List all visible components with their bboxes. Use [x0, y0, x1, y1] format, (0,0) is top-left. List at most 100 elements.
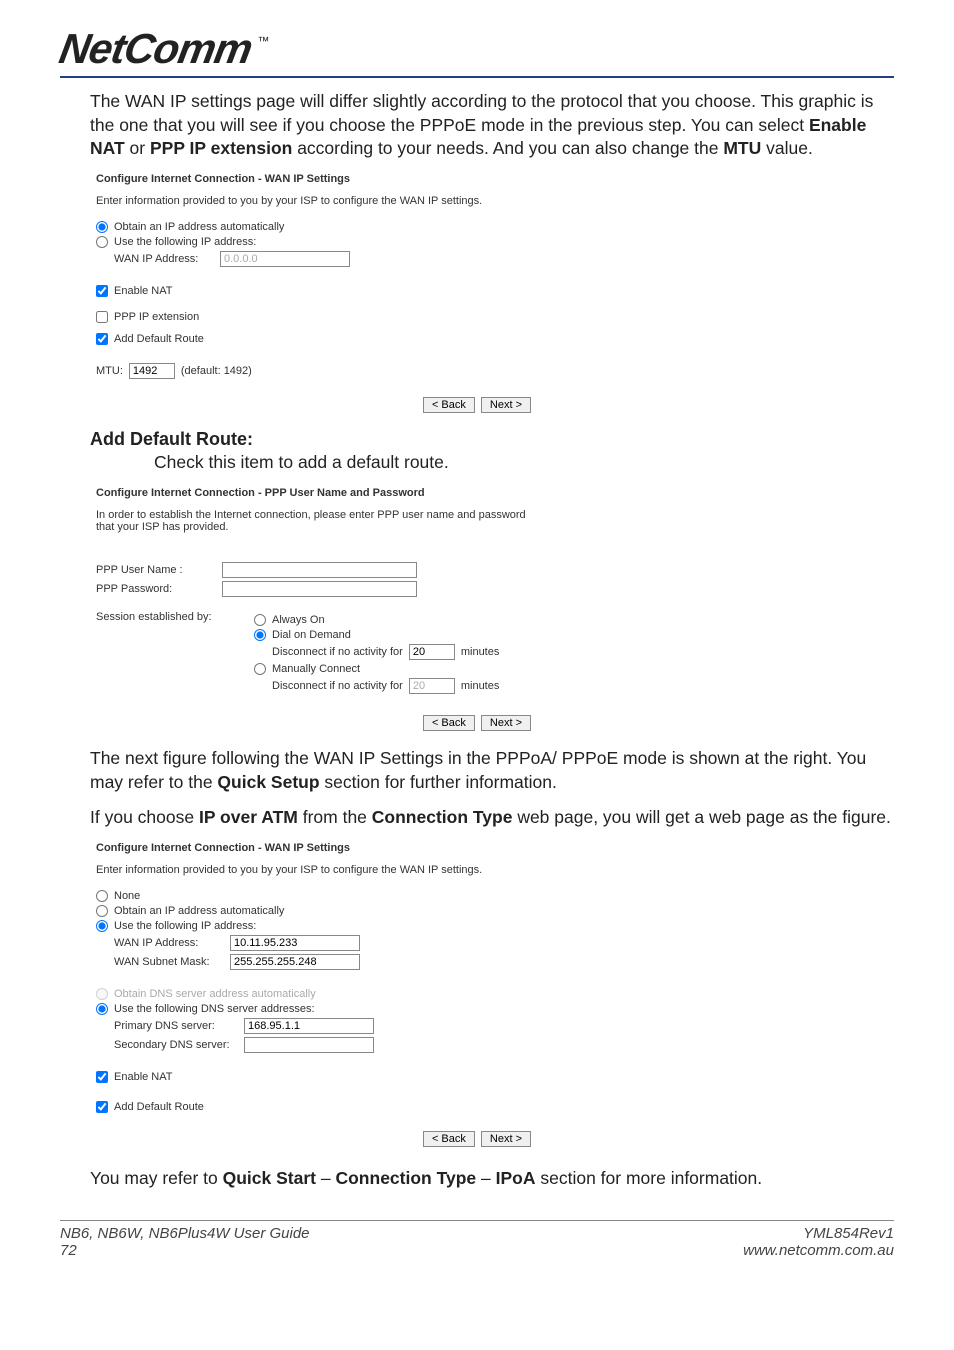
none-label: None: [114, 890, 140, 902]
wan-ip-settings-panel: Configure Internet Connection - WAN IP S…: [96, 173, 536, 413]
disconnect-if-label: Disconnect if no activity for: [272, 680, 403, 692]
add-default-route-sub: Check this item to add a default route.: [154, 452, 894, 473]
text-bold: Connection Type: [335, 1168, 476, 1188]
panel-title: Configure Internet Connection - PPP User…: [96, 487, 536, 499]
primary-dns-label: Primary DNS server:: [114, 1020, 238, 1032]
text: section for more information.: [540, 1168, 762, 1188]
enable-nat-label: Enable NAT: [114, 1071, 173, 1083]
text-bold: Quick Start: [223, 1168, 316, 1188]
wan-mask-label: WAN Subnet Mask:: [114, 956, 224, 968]
ipoa-wan-ip-panel: Configure Internet Connection - WAN IP S…: [96, 842, 536, 1147]
obtain-ip-auto-label: Obtain an IP address automatically: [114, 221, 284, 233]
text: value.: [766, 138, 813, 158]
panel-desc: In order to establish the Internet conne…: [96, 509, 536, 533]
always-on-radio[interactable]: [254, 614, 266, 626]
text-bold: MTU: [723, 138, 761, 158]
ppp-credentials-panel: Configure Internet Connection - PPP User…: [96, 487, 536, 731]
next-button[interactable]: Next >: [481, 397, 531, 413]
add-default-route-heading: Add Default Route:: [90, 429, 894, 450]
text: from the: [303, 807, 372, 827]
use-static-ip-label: Use the following IP address:: [114, 236, 256, 248]
text: The WAN IP settings page will differ sli…: [90, 91, 873, 135]
footer-page-number: 72: [60, 1242, 310, 1259]
wan-ip-label: WAN IP Address:: [114, 253, 214, 265]
text: section for further information.: [324, 772, 556, 792]
disconnect-timeout-input-2: [409, 678, 455, 694]
use-static-ip-label: Use the following IP address:: [114, 920, 256, 932]
footer-url: www.netcomm.com.au: [743, 1242, 894, 1259]
wan-ip-input[interactable]: [230, 935, 360, 951]
enable-nat-checkbox[interactable]: [96, 1071, 108, 1083]
page-footer: NB6, NB6W, NB6Plus4W User Guide 72 YML85…: [60, 1220, 894, 1259]
text-bold: IPoA: [496, 1168, 536, 1188]
text-bold: Quick Setup: [217, 772, 319, 792]
session-established-label: Session established by:: [96, 611, 248, 623]
back-button[interactable]: < Back: [423, 397, 475, 413]
text: –: [321, 1168, 336, 1188]
paragraph-4: You may refer to Quick Start – Connectio…: [90, 1167, 894, 1191]
minutes-label: minutes: [461, 680, 500, 692]
disconnect-timeout-input-1[interactable]: [409, 644, 455, 660]
text-bold: IP over ATM: [199, 807, 298, 827]
manually-connect-radio[interactable]: [254, 663, 266, 675]
mtu-default-label: (default: 1492): [181, 365, 252, 377]
ppp-ip-extension-label: PPP IP extension: [114, 311, 199, 323]
panel-title: Configure Internet Connection - WAN IP S…: [96, 842, 536, 854]
footer-doc-rev: YML854Rev1: [743, 1225, 894, 1242]
obtain-ip-auto-radio[interactable]: [96, 905, 108, 917]
use-static-dns-radio[interactable]: [96, 1003, 108, 1015]
use-static-ip-radio[interactable]: [96, 920, 108, 932]
text: according to your needs. And you can als…: [297, 138, 723, 158]
text-bold: Connection Type: [372, 807, 513, 827]
paragraph-2: The next figure following the WAN IP Set…: [90, 747, 894, 794]
ppp-ip-extension-checkbox[interactable]: [96, 311, 108, 323]
obtain-ip-auto-radio[interactable]: [96, 221, 108, 233]
add-default-route-checkbox[interactable]: [96, 1101, 108, 1113]
panel-desc: Enter information provided to you by you…: [96, 195, 536, 207]
primary-dns-input[interactable]: [244, 1018, 374, 1034]
text: You may refer to: [90, 1168, 223, 1188]
obtain-dns-auto-radio: [96, 988, 108, 1000]
text: or: [130, 138, 150, 158]
text: If you choose: [90, 807, 199, 827]
brand-logo: NetComm ™: [60, 28, 894, 70]
back-button[interactable]: < Back: [423, 1131, 475, 1147]
add-default-route-label: Add Default Route: [114, 1101, 204, 1113]
manually-connect-label: Manually Connect: [272, 663, 360, 675]
secondary-dns-label: Secondary DNS server:: [114, 1039, 238, 1051]
brand-name: NetComm: [56, 28, 255, 70]
back-button[interactable]: < Back: [423, 715, 475, 731]
next-button[interactable]: Next >: [481, 715, 531, 731]
use-static-dns-label: Use the following DNS server addresses:: [114, 1003, 315, 1015]
wan-mask-input[interactable]: [230, 954, 360, 970]
text: web page, you will get a web page as the…: [517, 807, 891, 827]
secondary-dns-input[interactable]: [244, 1037, 374, 1053]
panel-desc: Enter information provided to you by you…: [96, 864, 536, 876]
trademark: ™: [257, 34, 269, 48]
ppp-pass-input[interactable]: [222, 581, 417, 597]
wan-ip-label: WAN IP Address:: [114, 937, 224, 949]
obtain-dns-auto-label: Obtain DNS server address automatically: [114, 988, 316, 1000]
intro-paragraph: The WAN IP settings page will differ sli…: [90, 90, 894, 161]
add-default-route-checkbox[interactable]: [96, 333, 108, 345]
next-button[interactable]: Next >: [481, 1131, 531, 1147]
enable-nat-label: Enable NAT: [114, 285, 173, 297]
enable-nat-checkbox[interactable]: [96, 285, 108, 297]
ppp-user-label: PPP User Name :: [96, 564, 216, 576]
mtu-input[interactable]: [129, 363, 175, 379]
dial-on-demand-label: Dial on Demand: [272, 629, 351, 641]
always-on-label: Always On: [272, 614, 325, 626]
paragraph-3: If you choose IP over ATM from the Conne…: [90, 806, 894, 830]
text-bold: PPP IP extension: [150, 138, 292, 158]
dial-on-demand-radio[interactable]: [254, 629, 266, 641]
minutes-label: minutes: [461, 646, 500, 658]
ppp-pass-label: PPP Password:: [96, 583, 216, 595]
ppp-user-input[interactable]: [222, 562, 417, 578]
panel-title: Configure Internet Connection - WAN IP S…: [96, 173, 536, 185]
text: –: [481, 1168, 496, 1188]
wan-ip-input: [220, 251, 350, 267]
use-static-ip-radio[interactable]: [96, 236, 108, 248]
obtain-ip-auto-label: Obtain an IP address automatically: [114, 905, 284, 917]
mtu-label: MTU:: [96, 365, 123, 377]
none-radio[interactable]: [96, 890, 108, 902]
